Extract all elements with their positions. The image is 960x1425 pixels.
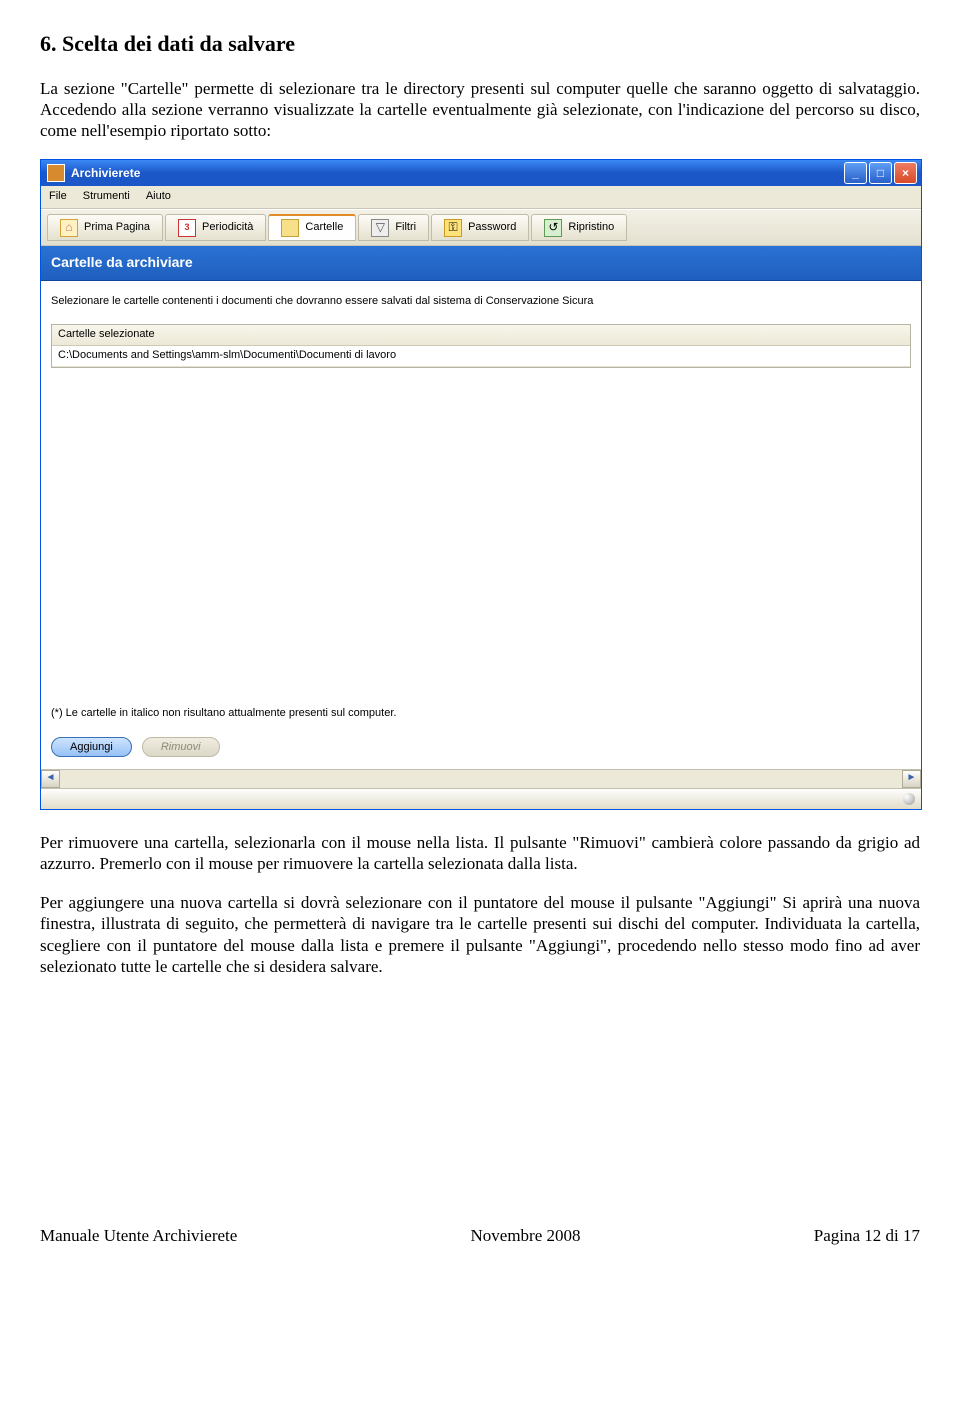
tab-filtri[interactable]: ▽ Filtri [358, 214, 429, 241]
tab-label: Ripristino [568, 221, 614, 235]
calendar-icon: 3 [178, 219, 196, 237]
key-icon: ⚿ [444, 219, 462, 237]
add-button[interactable]: Aggiungi [51, 737, 132, 757]
instruction-text: Selezionare le cartelle contenenti i doc… [51, 295, 911, 309]
scroll-left-icon[interactable]: ◄ [41, 770, 60, 788]
tab-cartelle[interactable]: Cartelle [268, 214, 356, 241]
intro-paragraph-1: La sezione "Cartelle" permette di selezi… [40, 78, 920, 142]
horizontal-scrollbar[interactable]: ◄ ► [41, 769, 921, 788]
menubar: File Strumenti Aiuto [41, 186, 921, 209]
tab-label: Filtri [395, 221, 416, 235]
page-footer: Manuale Utente Archivierete Novembre 200… [40, 1225, 920, 1246]
close-button[interactable]: × [894, 162, 917, 184]
paragraph-2: Per rimuovere una cartella, selezionarla… [40, 832, 920, 875]
paragraph-3: Per aggiungere una nuova cartella si dov… [40, 892, 920, 977]
titlebar: Archivierete _ □ × [41, 160, 921, 186]
content-panel: Selezionare le cartelle contenenti i doc… [41, 281, 921, 769]
tab-periodicita[interactable]: 3 Periodicità [165, 214, 266, 241]
list-header: Cartelle selezionate [52, 325, 910, 346]
footer-right: Pagina 12 di 17 [814, 1225, 920, 1246]
footer-center: Novembre 2008 [471, 1225, 581, 1246]
minimize-button[interactable]: _ [844, 162, 867, 184]
app-window: Archivierete _ □ × File Strumenti Aiuto … [40, 159, 922, 809]
restore-icon: ↺ [544, 219, 562, 237]
note-text: (*) Le cartelle in italico non risultano… [51, 707, 396, 721]
section-heading: 6. Scelta dei dati da salvare [40, 30, 920, 58]
menu-strumenti[interactable]: Strumenti [83, 190, 130, 204]
window-title: Archivierete [71, 166, 844, 181]
panel-title: Cartelle da archiviare [41, 246, 921, 281]
filter-icon: ▽ [371, 219, 389, 237]
tab-prima-pagina[interactable]: ⌂ Prima Pagina [47, 214, 163, 241]
tab-password[interactable]: ⚿ Password [431, 214, 529, 241]
home-icon: ⌂ [60, 219, 78, 237]
app-icon [47, 164, 65, 182]
menu-aiuto[interactable]: Aiuto [146, 190, 171, 204]
remove-button[interactable]: Rimuovi [142, 737, 220, 757]
status-orb-icon [903, 793, 915, 805]
folder-icon [281, 219, 299, 237]
toolbar: ⌂ Prima Pagina 3 Periodicità Cartelle ▽ … [41, 209, 921, 246]
tab-label: Password [468, 221, 516, 235]
statusbar [41, 788, 921, 809]
tab-label: Periodicità [202, 221, 253, 235]
tab-ripristino[interactable]: ↺ Ripristino [531, 214, 627, 241]
scroll-right-icon[interactable]: ► [902, 770, 921, 788]
tab-label: Cartelle [305, 221, 343, 235]
folder-list[interactable]: Cartelle selezionate C:\Documents and Se… [51, 324, 911, 368]
list-item[interactable]: C:\Documents and Settings\amm-slm\Docume… [52, 346, 910, 367]
tab-label: Prima Pagina [84, 221, 150, 235]
maximize-button[interactable]: □ [869, 162, 892, 184]
footer-left: Manuale Utente Archivierete [40, 1225, 237, 1246]
menu-file[interactable]: File [49, 190, 67, 204]
